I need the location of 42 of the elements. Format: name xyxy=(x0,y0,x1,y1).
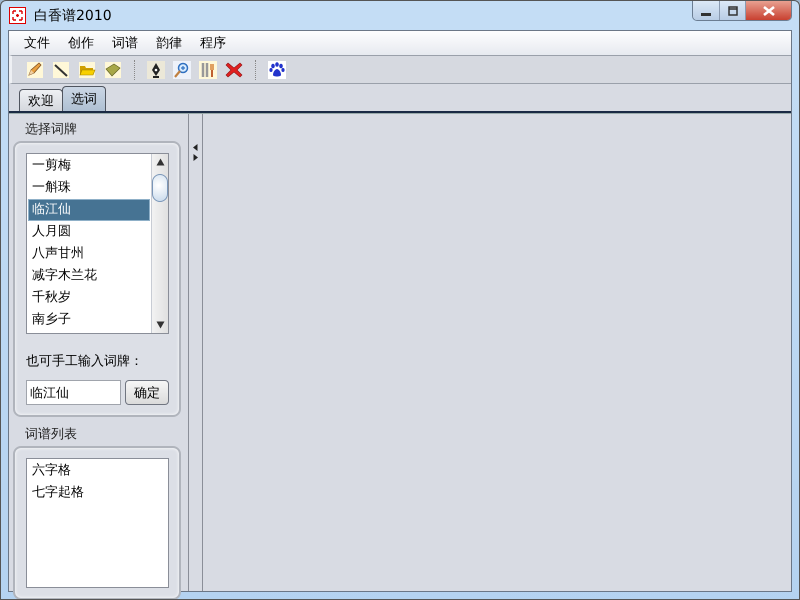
list-item[interactable]: 一斛珠 xyxy=(28,177,150,199)
list-box[interactable]: 六字格 七字起格 xyxy=(26,458,169,588)
pencil-icon[interactable] xyxy=(25,60,45,80)
scroll-down-icon[interactable] xyxy=(156,321,164,329)
list-item[interactable]: 减字木兰花 xyxy=(28,265,150,287)
list-item[interactable]: 一剪梅 xyxy=(28,155,150,177)
app-icon xyxy=(9,7,26,24)
window-title: 白香谱2010 xyxy=(34,6,112,24)
menu-item[interactable]: 文件 xyxy=(15,34,59,52)
list-item[interactable]: 临江仙 xyxy=(28,199,150,221)
list-item[interactable]: 千秋岁 xyxy=(28,287,150,309)
input-field[interactable]: 临江仙 xyxy=(26,380,121,405)
minimize-button[interactable] xyxy=(693,1,719,20)
tab[interactable]: 欢迎 xyxy=(19,89,63,111)
list-box[interactable]: 一剪梅 一斛珠 临江仙 人月圆 八声甘州 减字木兰花 千秋岁 南乡子 xyxy=(26,153,169,334)
open-folder-icon[interactable] xyxy=(77,60,97,80)
paw-icon[interactable] xyxy=(267,60,287,80)
minimize-icon xyxy=(701,13,711,16)
zoom-icon[interactable] xyxy=(172,60,192,80)
menu-item[interactable]: 韵律 xyxy=(147,34,191,52)
list-item[interactable]: 人月圆 xyxy=(28,221,150,243)
tab[interactable]: 选词 xyxy=(62,86,106,111)
maximize-button[interactable] xyxy=(719,1,745,20)
group-label: 选择词牌 xyxy=(25,121,77,138)
collapse-left-icon[interactable] xyxy=(193,144,198,151)
confirm-button[interactable]: 确定 xyxy=(125,380,169,405)
group-label: 词谱列表 xyxy=(25,426,77,443)
expand-right-icon[interactable] xyxy=(193,154,198,161)
list-item[interactable]: 南乡子 xyxy=(28,309,150,331)
input-label: 也可手工输入词牌： xyxy=(26,353,143,370)
menu-item[interactable]: 程序 xyxy=(191,34,235,52)
scrollbar[interactable] xyxy=(151,154,168,333)
close-button[interactable] xyxy=(745,1,791,20)
list-item[interactable]: 六字格 xyxy=(28,460,167,482)
menu-item[interactable]: 创作 xyxy=(59,34,103,52)
scroll-up-icon[interactable] xyxy=(156,158,164,166)
stylus-icon[interactable] xyxy=(51,60,71,80)
list-item[interactable]: 八声甘州 xyxy=(28,243,150,265)
pen-nib-icon[interactable] xyxy=(146,60,166,80)
list-item[interactable]: 七字起格 xyxy=(28,482,167,504)
menu-item[interactable]: 词谱 xyxy=(103,34,147,52)
scroll-thumb[interactable] xyxy=(152,174,168,202)
